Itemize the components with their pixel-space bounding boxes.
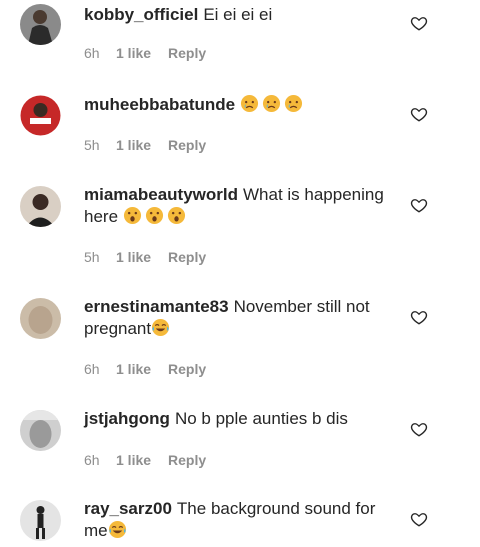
comment-likes[interactable]: 1 like	[116, 45, 168, 61]
comment-meta: 6h 1 like Reply	[84, 452, 206, 468]
reply-button[interactable]: Reply	[168, 137, 206, 153]
heart-icon[interactable]	[410, 105, 428, 123]
comment-text: kobby_officiel Ei ei ei ei	[84, 4, 402, 26]
comment-username[interactable]: muheebbabatunde	[84, 95, 235, 114]
comment-username[interactable]: miamabeautyworld	[84, 185, 238, 204]
comment-time: 6h	[84, 361, 100, 377]
comment-time: 6h	[84, 452, 100, 468]
tears-of-joy-emoji	[108, 520, 127, 539]
comment-likes[interactable]: 1 like	[116, 137, 168, 153]
comment-body: Ei ei ei ei	[203, 5, 273, 24]
heart-icon[interactable]	[410, 14, 428, 32]
comment-meta: 5h 1 like Reply	[84, 137, 206, 153]
tears-of-joy-emoji	[151, 318, 170, 337]
reply-button[interactable]: Reply	[168, 361, 206, 377]
comment-text: muheebbabatunde	[84, 94, 402, 116]
comment-meta: 5h 1 like Reply	[84, 249, 206, 265]
reply-button[interactable]: Reply	[168, 452, 206, 468]
comment-likes[interactable]: 1 like	[116, 249, 168, 265]
heart-icon[interactable]	[410, 420, 428, 438]
comment-text: ernestinamante83 November still not pregn…	[84, 296, 402, 340]
astonished-face-emoji	[167, 206, 186, 225]
reply-button[interactable]: Reply	[168, 249, 206, 265]
avatar[interactable]	[20, 186, 61, 227]
comment-time: 5h	[84, 249, 100, 265]
astonished-face-emoji	[123, 206, 142, 225]
comment-text: ray_sarz00 The background sound for me	[84, 498, 402, 542]
crying-face-emoji	[262, 94, 281, 113]
crying-face-emoji	[284, 94, 303, 113]
comment-meta: 6h 1 like Reply	[84, 45, 206, 61]
avatar[interactable]	[20, 410, 61, 451]
comment-likes[interactable]: 1 like	[116, 361, 168, 377]
heart-icon[interactable]	[410, 196, 428, 214]
avatar[interactable]	[20, 95, 61, 136]
comment-username[interactable]: jstjahgong	[84, 409, 170, 428]
reply-button[interactable]: Reply	[168, 45, 206, 61]
comment-text: jstjahgong No b pple aunties b dis	[84, 408, 402, 430]
crying-face-emoji	[240, 94, 259, 113]
comment-username[interactable]: ray_sarz00	[84, 499, 172, 518]
avatar[interactable]	[20, 298, 61, 339]
avatar[interactable]	[20, 500, 61, 541]
comment-username[interactable]: ernestinamante83	[84, 297, 229, 316]
comment-time: 5h	[84, 137, 100, 153]
avatar[interactable]	[20, 4, 61, 45]
comment-meta: 6h 1 like Reply	[84, 361, 206, 377]
comment-time: 6h	[84, 45, 100, 61]
comment-text: miamabeautyworld What is happening here	[84, 184, 402, 228]
comment-username[interactable]: kobby_officiel	[84, 5, 198, 24]
comment-likes[interactable]: 1 like	[116, 452, 168, 468]
heart-icon[interactable]	[410, 510, 428, 528]
heart-icon[interactable]	[410, 308, 428, 326]
comment-body: No b pple aunties b dis	[174, 409, 348, 428]
astonished-face-emoji	[145, 206, 164, 225]
